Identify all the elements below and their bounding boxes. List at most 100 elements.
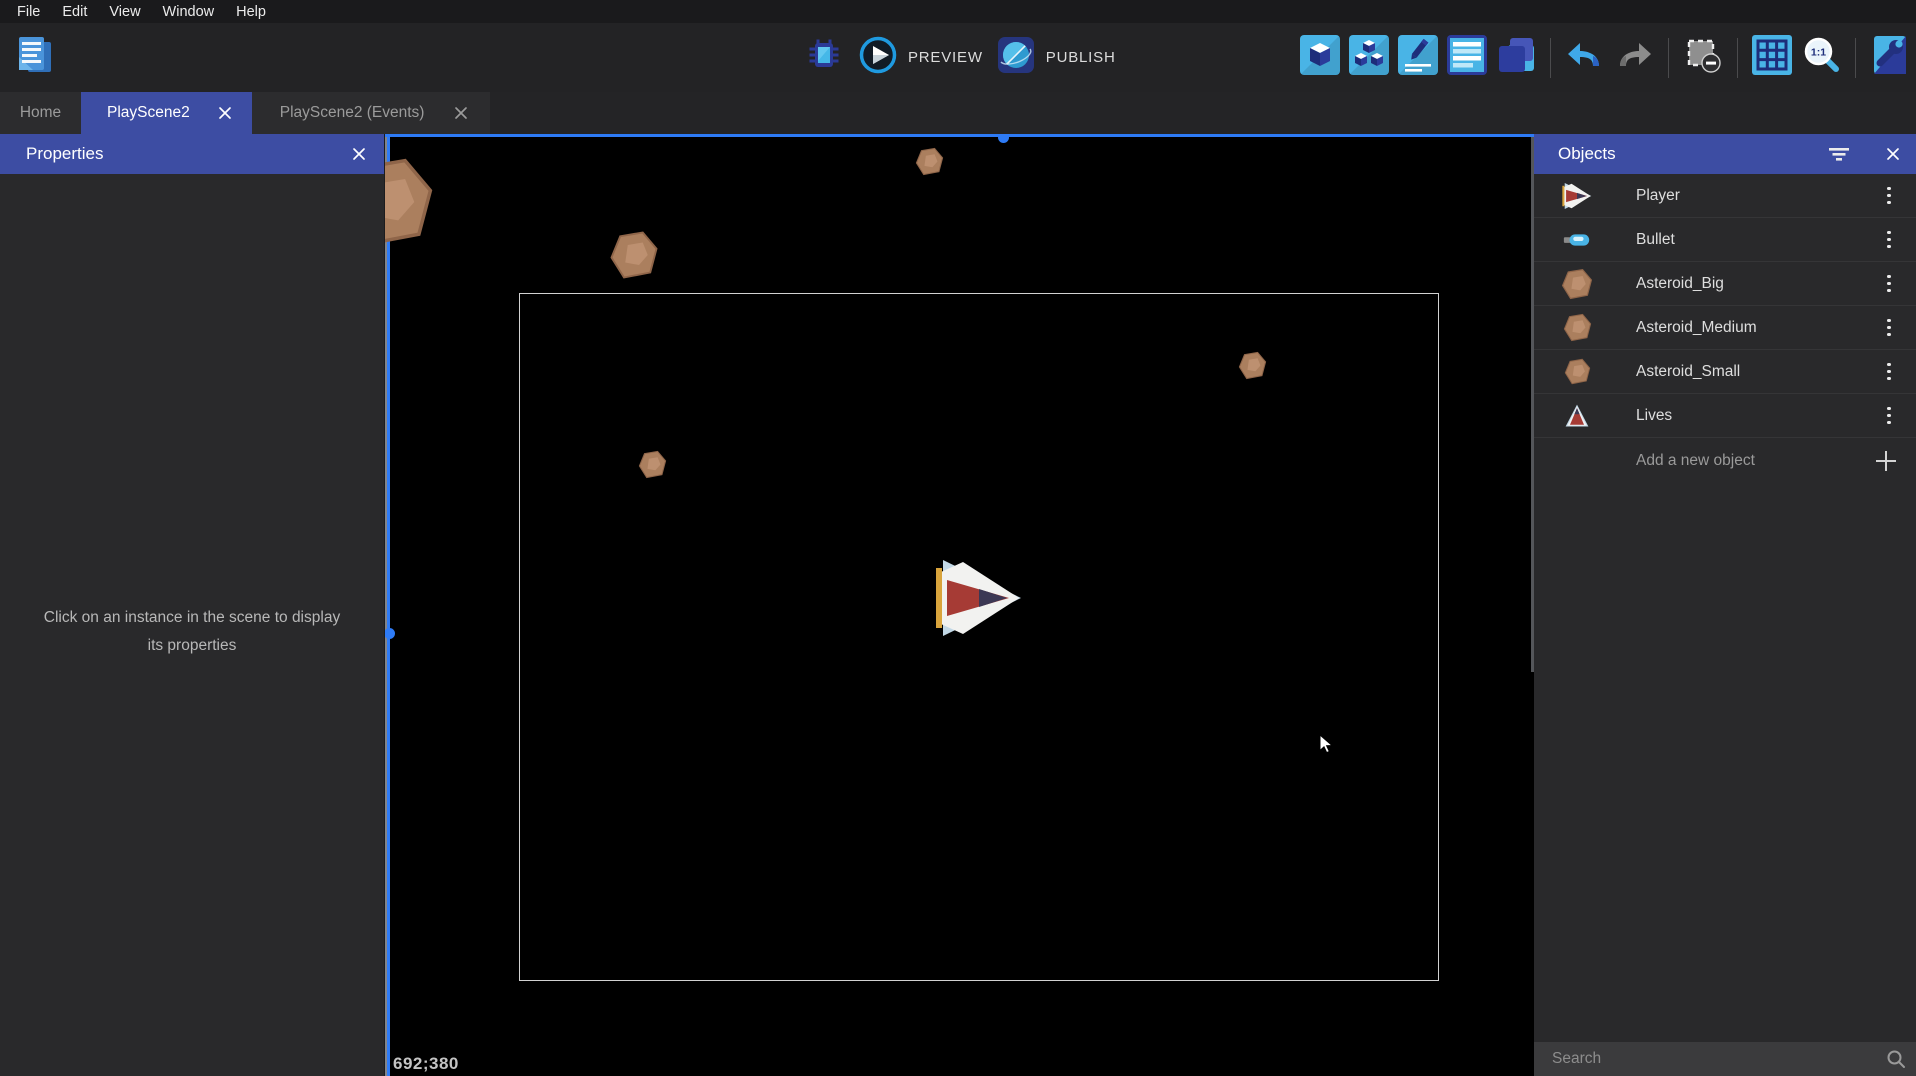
scene-toolbar-icons: 1:1 bbox=[1299, 23, 1911, 92]
asteroid-sprite[interactable] bbox=[1238, 351, 1267, 380]
canvas-resize-handle-left[interactable] bbox=[385, 628, 395, 639]
asteroid-icon bbox=[1560, 355, 1594, 389]
publish-label: PUBLISH bbox=[1046, 49, 1116, 66]
asteroid-sprite[interactable] bbox=[915, 147, 944, 176]
tab-playscene2[interactable]: PlayScene2 bbox=[81, 92, 252, 134]
preview-button[interactable]: PREVIEW bbox=[859, 36, 983, 79]
object-row-asteroid-big[interactable]: Asteroid_Big bbox=[1534, 262, 1916, 306]
toolbar-separator bbox=[1855, 38, 1856, 78]
open-objects-editor-button[interactable] bbox=[1299, 37, 1341, 79]
object-menu-dots-icon[interactable] bbox=[1878, 181, 1900, 211]
edit-scene-properties-button[interactable] bbox=[1869, 37, 1911, 79]
object-label: Asteroid_Medium bbox=[1636, 319, 1757, 337]
toolbar-separator bbox=[1550, 38, 1551, 78]
tab-bar: Home PlayScene2 PlayScene2 (Events) bbox=[0, 92, 1916, 134]
asteroid-sprite[interactable] bbox=[609, 230, 659, 280]
object-row-asteroid-small[interactable]: Asteroid_Small bbox=[1534, 350, 1916, 394]
toolbar-separator bbox=[1668, 38, 1669, 78]
zoom-1-1-icon: 1:1 bbox=[1801, 35, 1841, 80]
filter-icon[interactable] bbox=[1828, 145, 1850, 168]
launch-buttons-group: PREVIEW PUBLISH bbox=[803, 23, 1116, 92]
canvas-resize-handle-top[interactable] bbox=[998, 134, 1009, 143]
toggle-grid-button[interactable] bbox=[1751, 37, 1793, 79]
clear-selection-button[interactable] bbox=[1682, 37, 1724, 79]
project-manager-button[interactable] bbox=[12, 34, 58, 80]
scene-canvas[interactable]: 692;380 bbox=[385, 134, 1534, 1076]
asteroid-sprite[interactable] bbox=[385, 156, 435, 248]
menu-view[interactable]: View bbox=[98, 2, 151, 22]
objects-panel: Objects Player bbox=[1534, 134, 1916, 1076]
redo-icon bbox=[1614, 35, 1654, 80]
plus-icon[interactable] bbox=[1874, 449, 1898, 473]
canvas-selection-border-top bbox=[385, 134, 1534, 137]
debugger-button[interactable] bbox=[803, 37, 845, 79]
toolbar: PREVIEW PUBLISH bbox=[0, 23, 1916, 92]
redo-button[interactable] bbox=[1613, 37, 1655, 79]
tab-close-icon[interactable] bbox=[454, 106, 468, 120]
tab-home[interactable]: Home bbox=[0, 92, 81, 134]
open-instances-list-button[interactable] bbox=[1446, 37, 1488, 79]
asteroid-sprite[interactable] bbox=[638, 450, 667, 479]
open-properties-button[interactable] bbox=[1397, 37, 1439, 79]
preview-label: PREVIEW bbox=[908, 49, 983, 66]
player-ship-sprite[interactable] bbox=[933, 554, 1025, 642]
project-manager-icon bbox=[13, 33, 57, 82]
publish-button[interactable]: PUBLISH bbox=[997, 36, 1116, 79]
debugger-bug-icon bbox=[804, 35, 844, 80]
zoom-options-button[interactable]: 1:1 bbox=[1800, 37, 1842, 79]
preview-play-icon bbox=[859, 36, 897, 79]
close-icon[interactable] bbox=[352, 147, 366, 161]
instances-list-icon bbox=[1447, 35, 1487, 80]
object-label: Asteroid_Small bbox=[1636, 363, 1740, 381]
zoom-ratio-label: 1:1 bbox=[1811, 47, 1826, 59]
objects-search-input[interactable] bbox=[1534, 1050, 1886, 1068]
add-object-row[interactable]: Add a new object bbox=[1534, 438, 1916, 484]
search-icon bbox=[1886, 1049, 1906, 1069]
undo-button[interactable] bbox=[1564, 37, 1606, 79]
toolbar-separator bbox=[1737, 38, 1738, 78]
object-menu-dots-icon[interactable] bbox=[1878, 269, 1900, 299]
tab-label: PlayScene2 bbox=[107, 104, 190, 122]
object-row-bullet[interactable]: Bullet bbox=[1534, 218, 1916, 262]
object-row-player[interactable]: Player bbox=[1534, 174, 1916, 218]
scene-properties-wrench-icon bbox=[1870, 35, 1910, 80]
open-layers-button[interactable] bbox=[1495, 37, 1537, 79]
mouse-cursor bbox=[1317, 734, 1337, 754]
object-row-lives[interactable]: Lives bbox=[1534, 394, 1916, 438]
asteroid-icon bbox=[1560, 267, 1594, 301]
object-menu-dots-icon[interactable] bbox=[1878, 357, 1900, 387]
properties-panel: Properties Click on an instance in the s… bbox=[0, 134, 385, 1076]
tab-playscene2-events[interactable]: PlayScene2 (Events) bbox=[252, 92, 491, 134]
tab-close-icon[interactable] bbox=[218, 106, 232, 120]
open-object-groups-button[interactable] bbox=[1348, 37, 1390, 79]
object-row-asteroid-medium[interactable]: Asteroid_Medium bbox=[1534, 306, 1916, 350]
objects-search-bar bbox=[1534, 1042, 1916, 1076]
properties-panel-title: Properties bbox=[26, 144, 103, 164]
object-menu-dots-icon[interactable] bbox=[1878, 401, 1900, 431]
close-icon[interactable] bbox=[1886, 147, 1900, 161]
publish-globe-icon bbox=[997, 36, 1035, 79]
properties-panel-header: Properties bbox=[0, 134, 384, 174]
menu-edit[interactable]: Edit bbox=[51, 2, 98, 22]
player-ship-icon bbox=[1560, 179, 1594, 213]
object-menu-dots-icon[interactable] bbox=[1878, 225, 1900, 255]
canvas-selection-border-left bbox=[387, 134, 390, 1076]
add-object-label: Add a new object bbox=[1636, 452, 1755, 470]
object-label: Bullet bbox=[1636, 231, 1675, 249]
properties-empty-message: Click on an instance in the scene to dis… bbox=[41, 604, 343, 660]
menu-window[interactable]: Window bbox=[152, 2, 226, 22]
menu-help[interactable]: Help bbox=[225, 2, 277, 22]
layers-icon bbox=[1496, 35, 1536, 80]
tab-label: Home bbox=[20, 104, 61, 122]
object-label: Lives bbox=[1636, 407, 1672, 425]
properties-pencil-icon bbox=[1398, 35, 1438, 80]
main-area: Properties Click on an instance in the s… bbox=[0, 134, 1916, 1076]
clear-selection-icon bbox=[1683, 35, 1723, 80]
object-label: Player bbox=[1636, 187, 1680, 205]
grid-icon bbox=[1752, 35, 1792, 80]
object-menu-dots-icon[interactable] bbox=[1878, 313, 1900, 343]
objects-editor-icon bbox=[1300, 35, 1340, 80]
cursor-coordinates: 692;380 bbox=[393, 1054, 459, 1074]
object-label: Asteroid_Big bbox=[1636, 275, 1724, 293]
menu-file[interactable]: File bbox=[6, 2, 51, 22]
